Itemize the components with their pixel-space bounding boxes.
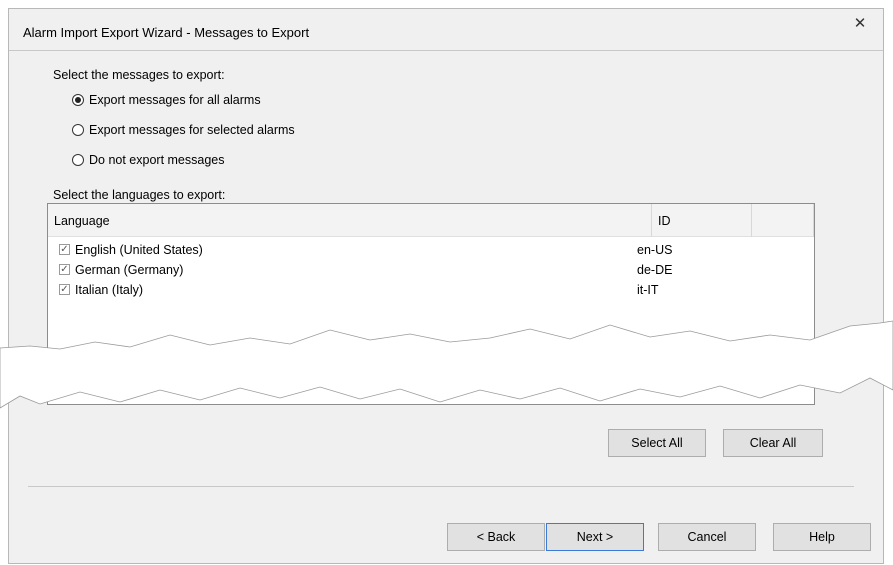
radio-label: Export messages for all alarms [89,93,261,107]
radio-label: Do not export messages [89,153,225,167]
radio-unselected-icon [72,154,84,166]
column-header-language[interactable]: Language [48,204,652,237]
radio-label: Export messages for selected alarms [89,123,295,137]
help-button[interactable]: Help [773,523,871,551]
messages-prompt: Select the messages to export: [53,68,225,82]
language-name: Italian (Italy) [75,283,144,297]
column-header-id[interactable]: ID [652,204,752,237]
checkbox-checked-icon[interactable]: ✓ [59,264,70,275]
language-id: de-DE [637,263,673,277]
separator [28,486,854,487]
radio-export-selected[interactable]: Export messages for selected alarms [72,123,295,137]
select-all-button[interactable]: Select All [608,429,706,457]
radio-export-all[interactable]: Export messages for all alarms [72,93,261,107]
title-bar: Alarm Import Export Wizard - Messages to… [9,9,883,51]
next-button[interactable]: Next > [546,523,644,551]
language-name: German (Germany) [75,263,184,277]
languages-prompt: Select the languages to export: [53,188,226,202]
torn-edge-graphic [0,320,893,409]
list-row[interactable]: ✓ German (Germany) de-DE [48,261,814,281]
column-header-blank[interactable] [752,204,814,237]
language-id: en-US [637,243,673,257]
radio-selected-icon [72,94,84,106]
checkbox-checked-icon[interactable]: ✓ [59,284,70,295]
cancel-button[interactable]: Cancel [658,523,756,551]
radio-unselected-icon [72,124,84,136]
language-name: English (United States) [75,243,203,257]
list-row[interactable]: ✓ Italian (Italy) it-IT [48,281,814,301]
back-button[interactable]: < Back [447,523,545,551]
checkbox-checked-icon[interactable]: ✓ [59,244,70,255]
list-header: Language ID [48,204,814,237]
dialog-title: Alarm Import Export Wizard - Messages to… [23,25,310,40]
list-row[interactable]: ✓ English (United States) en-US [48,241,814,261]
clear-all-button[interactable]: Clear All [723,429,823,457]
close-icon[interactable]: ✕ [851,15,869,33]
language-id: it-IT [637,283,659,297]
radio-no-export[interactable]: Do not export messages [72,153,225,167]
